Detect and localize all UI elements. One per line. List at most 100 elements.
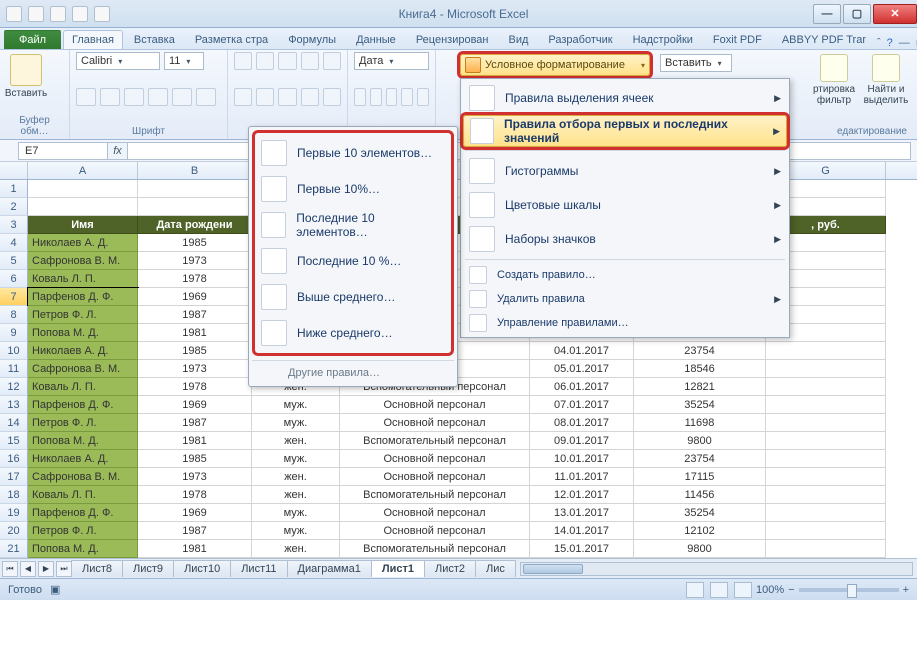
select-all-corner[interactable] [0, 162, 28, 179]
cell[interactable] [766, 522, 886, 540]
align-top[interactable] [234, 52, 252, 70]
tab-abbyy[interactable]: ABBYY PDF Trar [773, 30, 875, 49]
fill-color-button[interactable] [172, 88, 192, 106]
number-format-select[interactable]: Дата [354, 52, 429, 70]
horizontal-scrollbar[interactable] [520, 562, 913, 576]
cell[interactable] [28, 180, 138, 198]
align-mid[interactable] [256, 52, 274, 70]
cell-year[interactable]: 1978 [138, 270, 252, 288]
cell[interactable]: 23754 [634, 450, 766, 468]
align-center[interactable] [256, 88, 274, 106]
cell[interactable] [766, 432, 886, 450]
cell[interactable]: 18546 [634, 360, 766, 378]
sheet-tab[interactable]: Лист8 [71, 560, 123, 577]
cell[interactable]: Основной персонал [340, 522, 530, 540]
cell-name[interactable]: Сафронова В. М. [28, 468, 138, 486]
cell-year[interactable]: 1973 [138, 468, 252, 486]
row-header[interactable]: 13 [0, 396, 28, 414]
cell[interactable]: 11698 [634, 414, 766, 432]
cell[interactable]: Основной персонал [340, 414, 530, 432]
cell[interactable]: Вспомогательный персонал [340, 486, 530, 504]
table-header-cell[interactable]: Дата рождени [138, 216, 252, 234]
bottom-10-percent[interactable]: Последние 10 %… [257, 243, 449, 279]
row-header[interactable]: 9 [0, 324, 28, 342]
cell[interactable] [766, 450, 886, 468]
cf-icon-sets[interactable]: Наборы значков▶ [463, 222, 787, 256]
row-header[interactable]: 11 [0, 360, 28, 378]
tab-home[interactable]: Главная [63, 30, 123, 49]
cell[interactable]: жен. [252, 540, 340, 558]
cell[interactable] [766, 414, 886, 432]
row-header[interactable]: 19 [0, 504, 28, 522]
wrap[interactable] [323, 52, 341, 70]
cell[interactable]: Основной персонал [340, 396, 530, 414]
font-family-select[interactable]: Calibri [76, 52, 160, 70]
cell[interactable]: жен. [252, 486, 340, 504]
cf-color-scales[interactable]: Цветовые шкалы▶ [463, 188, 787, 222]
row-header[interactable]: 6 [0, 270, 28, 288]
tab-addins[interactable]: Надстройки [624, 30, 702, 49]
cell-year[interactable]: 1973 [138, 360, 252, 378]
find-select-button[interactable]: Найти и выделить [861, 52, 911, 106]
indent-dec[interactable] [301, 88, 319, 106]
cell-year[interactable]: 1987 [138, 522, 252, 540]
cell-year[interactable]: 1981 [138, 540, 252, 558]
cell-year[interactable]: 1978 [138, 378, 252, 396]
minimize-button[interactable]: — [813, 4, 841, 24]
cell[interactable]: 9800 [634, 432, 766, 450]
sheet-tab[interactable]: Лист2 [424, 560, 476, 577]
cell[interactable]: 14.01.2017 [530, 522, 634, 540]
cell[interactable] [766, 540, 886, 558]
row-header[interactable]: 18 [0, 486, 28, 504]
cell[interactable]: Основной персонал [340, 450, 530, 468]
cell-year[interactable]: 1987 [138, 306, 252, 324]
other-rules[interactable]: Другие правила… [252, 360, 454, 383]
cell-year[interactable]: 1969 [138, 396, 252, 414]
row-header[interactable]: 16 [0, 450, 28, 468]
tab-review[interactable]: Рецензирован [407, 30, 498, 49]
ribbon-minimize-icon[interactable]: ˆ [877, 37, 881, 49]
sheet-tab[interactable]: Лист9 [122, 560, 174, 577]
row-header[interactable]: 15 [0, 432, 28, 450]
dec-inc[interactable] [401, 88, 413, 106]
cell[interactable]: 05.01.2017 [530, 360, 634, 378]
cell-name[interactable]: Коваль Л. П. [28, 378, 138, 396]
cell-name[interactable]: Николаев А. Д. [28, 450, 138, 468]
sheet-tab[interactable]: Лист1 [371, 560, 425, 577]
cell-year[interactable]: 1981 [138, 324, 252, 342]
cell-name[interactable]: Николаев А. Д. [28, 234, 138, 252]
top-10-percent[interactable]: Первые 10%… [257, 171, 449, 207]
tab-view[interactable]: Вид [500, 30, 538, 49]
help-icon[interactable]: ? [887, 37, 893, 49]
sheet-tab[interactable]: Лист10 [173, 560, 231, 577]
view-normal[interactable] [686, 582, 704, 598]
cell[interactable]: Вспомогательный персонал [340, 540, 530, 558]
cell[interactable]: 11.01.2017 [530, 468, 634, 486]
row-header[interactable]: 2 [0, 198, 28, 216]
cell[interactable]: жен. [252, 432, 340, 450]
cell[interactable]: муж. [252, 414, 340, 432]
cell-name[interactable]: Сафронова В. М. [28, 252, 138, 270]
align-right[interactable] [278, 88, 296, 106]
view-break[interactable] [734, 582, 752, 598]
insert-cells-button[interactable]: Вставить [660, 54, 732, 72]
cell-name[interactable]: Парфенов Д. Ф. [28, 396, 138, 414]
cell-name[interactable]: Парфенов Д. Ф. [28, 288, 138, 306]
cell-name[interactable]: Николаев А. Д. [28, 342, 138, 360]
row-header[interactable]: 17 [0, 468, 28, 486]
tab-nav-next[interactable]: ▶ [38, 561, 54, 577]
zoom-in[interactable]: + [903, 584, 909, 596]
cell[interactable]: 07.01.2017 [530, 396, 634, 414]
cell-year[interactable]: 1985 [138, 234, 252, 252]
cell[interactable]: 11456 [634, 486, 766, 504]
dec-dec[interactable] [417, 88, 429, 106]
cell-name[interactable]: Парфенов Д. Ф. [28, 504, 138, 522]
above-average[interactable]: Выше среднего… [257, 279, 449, 315]
view-layout[interactable] [710, 582, 728, 598]
italic-button[interactable] [100, 88, 120, 106]
cell[interactable] [138, 180, 252, 198]
tab-nav-first[interactable]: ⏮ [2, 561, 18, 577]
font-size-select[interactable]: 11 [164, 52, 204, 70]
paste-button[interactable]: Вставить [6, 52, 46, 110]
tab-formulas[interactable]: Формулы [279, 30, 345, 49]
